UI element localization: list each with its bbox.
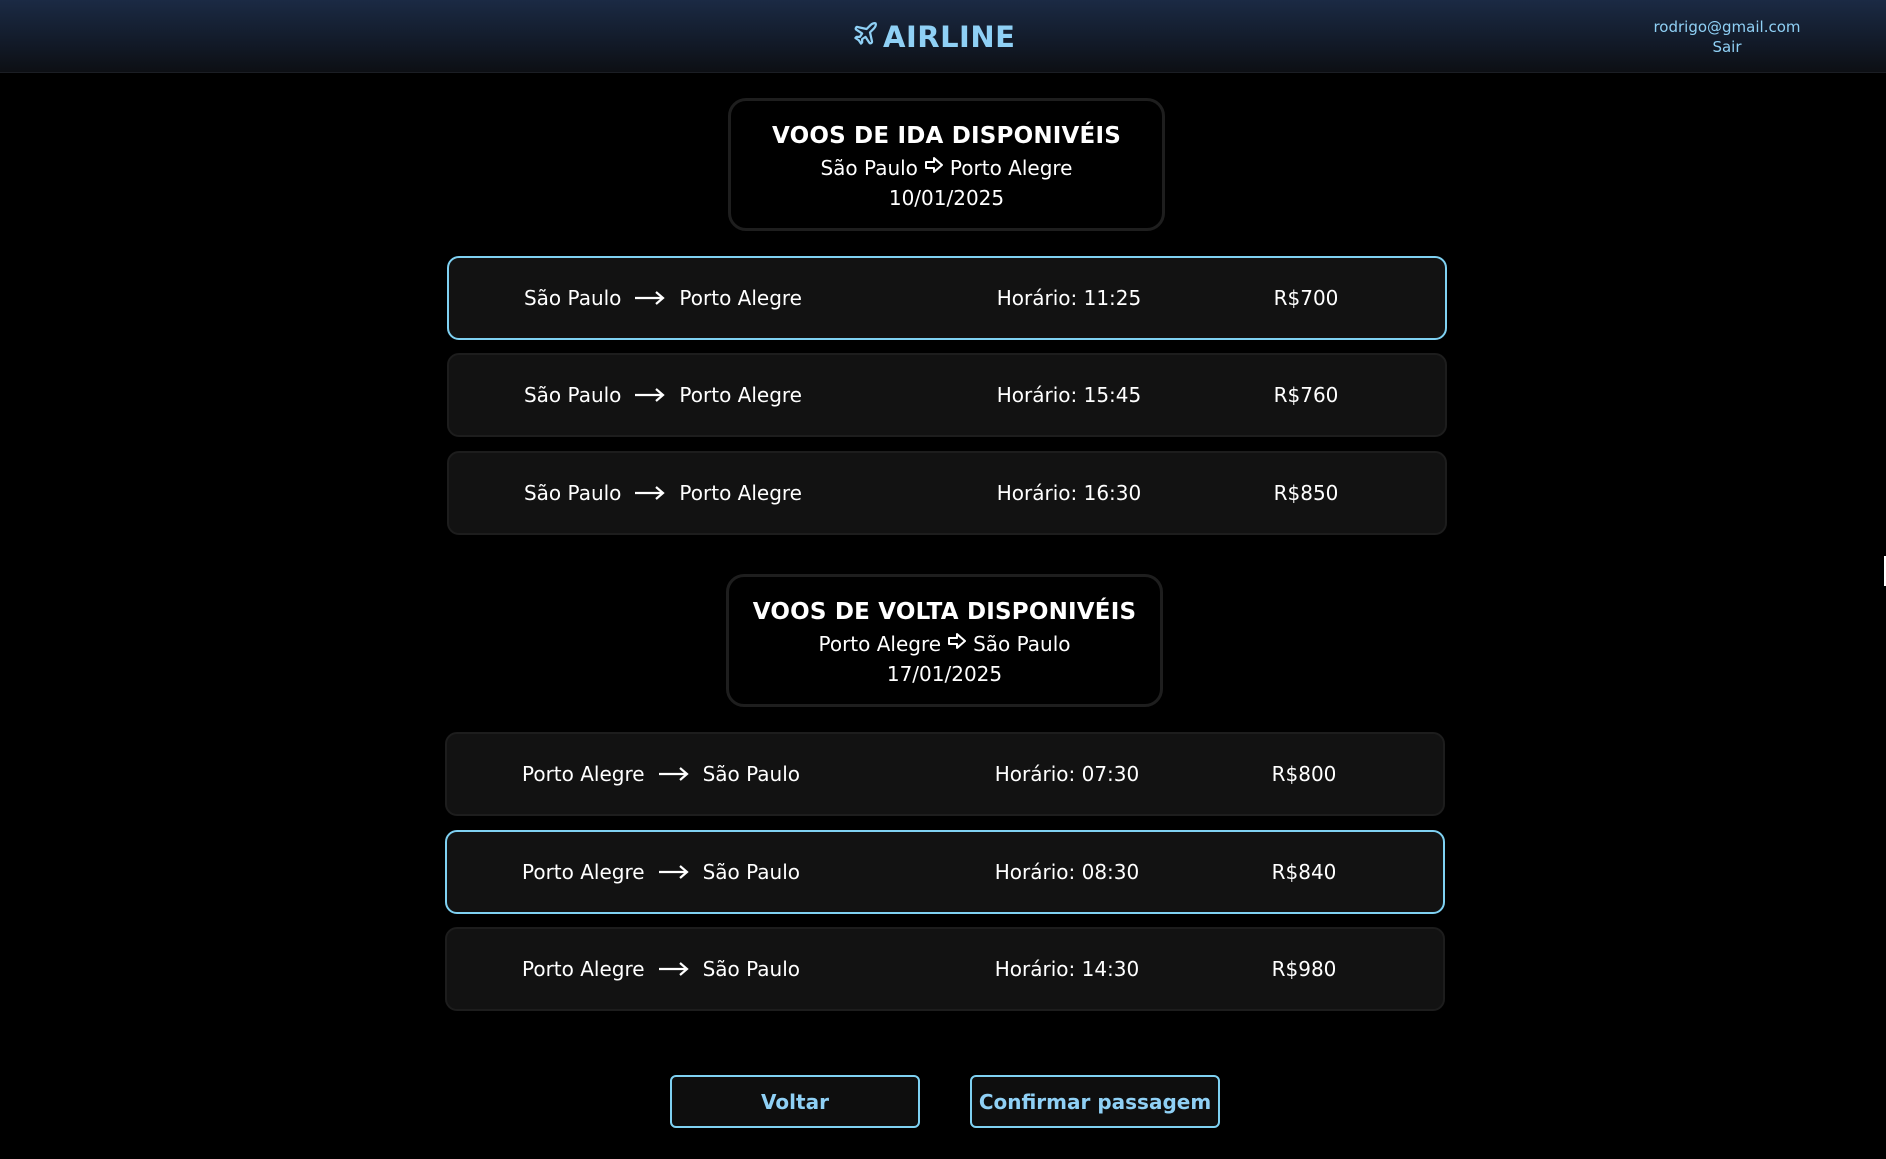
flight-route: São Paulo Porto Alegre bbox=[449, 258, 877, 338]
logo-text: AIRLINE bbox=[883, 20, 1016, 54]
arrow-right-icon bbox=[924, 155, 944, 180]
flight-price: R$850 bbox=[1273, 481, 1339, 505]
long-arrow-right-icon bbox=[635, 481, 666, 505]
return-route: Porto Alegre São Paulo bbox=[729, 631, 1160, 656]
flight-origin: Porto Alegre bbox=[521, 860, 645, 884]
flight-route: São Paulo Porto Alegre bbox=[449, 453, 877, 533]
flight-destination: São Paulo bbox=[702, 860, 800, 884]
flight-time: Horário: 08:30 bbox=[994, 860, 1140, 884]
flight-price: R$980 bbox=[1271, 957, 1337, 981]
back-button[interactable]: Voltar bbox=[670, 1075, 920, 1128]
logout-link[interactable]: Sair bbox=[1632, 37, 1822, 57]
flight-origin: Porto Alegre bbox=[521, 957, 645, 981]
flight-time: Horário: 16:30 bbox=[996, 481, 1142, 505]
flight-price: R$840 bbox=[1271, 860, 1337, 884]
return-title: VOOS DE VOLTA DISPONIVÉIS bbox=[752, 599, 1137, 625]
return-summary-card: VOOS DE VOLTA DISPONIVÉIS Porto Alegre S… bbox=[726, 574, 1163, 707]
flight-origin: São Paulo bbox=[523, 481, 622, 505]
return-destination: São Paulo bbox=[973, 631, 1071, 656]
flight-price: R$760 bbox=[1273, 383, 1339, 407]
long-arrow-right-icon bbox=[635, 383, 666, 407]
long-arrow-right-icon bbox=[658, 957, 689, 981]
flight-destination: Porto Alegre bbox=[679, 286, 802, 310]
user-menu: rodrigo@gmail.com Sair bbox=[1632, 17, 1822, 57]
long-arrow-right-icon bbox=[635, 286, 666, 310]
flight-time: Horário: 15:45 bbox=[996, 383, 1142, 407]
outbound-date: 10/01/2025 bbox=[888, 186, 1005, 210]
long-arrow-right-icon bbox=[658, 762, 689, 786]
confirm-ticket-button[interactable]: Confirmar passagem bbox=[970, 1075, 1220, 1128]
airline-logo[interactable]: AIRLINE bbox=[852, 18, 1015, 56]
top-header: AIRLINE rodrigo@gmail.com Sair bbox=[0, 0, 1886, 73]
return-date: 17/01/2025 bbox=[886, 662, 1003, 686]
arrow-right-icon bbox=[947, 631, 967, 656]
user-email: rodrigo@gmail.com bbox=[1653, 18, 1801, 36]
flight-option[interactable]: São Paulo Porto Alegre Horário: 11:25 R$… bbox=[447, 256, 1447, 340]
flight-destination: São Paulo bbox=[702, 957, 800, 981]
outbound-summary-card: VOOS DE IDA DISPONIVÉIS São Paulo Porto … bbox=[728, 98, 1165, 231]
flight-destination: Porto Alegre bbox=[679, 383, 802, 407]
flight-price: R$800 bbox=[1271, 762, 1337, 786]
outbound-origin: São Paulo bbox=[820, 155, 918, 180]
flight-route: Porto Alegre São Paulo bbox=[447, 832, 875, 912]
flight-destination: São Paulo bbox=[702, 762, 800, 786]
flight-price: R$700 bbox=[1273, 286, 1339, 310]
flight-time: Horário: 14:30 bbox=[994, 957, 1140, 981]
flight-option[interactable]: São Paulo Porto Alegre Horário: 15:45 R$… bbox=[447, 353, 1447, 437]
flight-option[interactable]: Porto Alegre São Paulo Horário: 14:30 R$… bbox=[445, 927, 1445, 1011]
flight-destination: Porto Alegre bbox=[679, 481, 802, 505]
flight-origin: Porto Alegre bbox=[521, 762, 645, 786]
outbound-destination: Porto Alegre bbox=[949, 155, 1073, 180]
flight-option[interactable]: Porto Alegre São Paulo Horário: 07:30 R$… bbox=[445, 732, 1445, 816]
outbound-route: São Paulo Porto Alegre bbox=[731, 155, 1162, 180]
flight-origin: São Paulo bbox=[523, 286, 622, 310]
flight-option[interactable]: Porto Alegre São Paulo Horário: 08:30 R$… bbox=[445, 830, 1445, 914]
long-arrow-right-icon bbox=[658, 860, 689, 884]
plane-icon bbox=[852, 20, 879, 54]
flight-time: Horário: 11:25 bbox=[996, 286, 1142, 310]
flight-route: São Paulo Porto Alegre bbox=[449, 355, 877, 435]
flight-route: Porto Alegre São Paulo bbox=[447, 929, 875, 1009]
return-origin: Porto Alegre bbox=[818, 631, 942, 656]
flight-route: Porto Alegre São Paulo bbox=[447, 734, 875, 814]
flight-origin: São Paulo bbox=[523, 383, 622, 407]
flight-option[interactable]: São Paulo Porto Alegre Horário: 16:30 R$… bbox=[447, 451, 1447, 535]
outbound-title: VOOS DE IDA DISPONIVÉIS bbox=[771, 123, 1121, 149]
flight-time: Horário: 07:30 bbox=[994, 762, 1140, 786]
